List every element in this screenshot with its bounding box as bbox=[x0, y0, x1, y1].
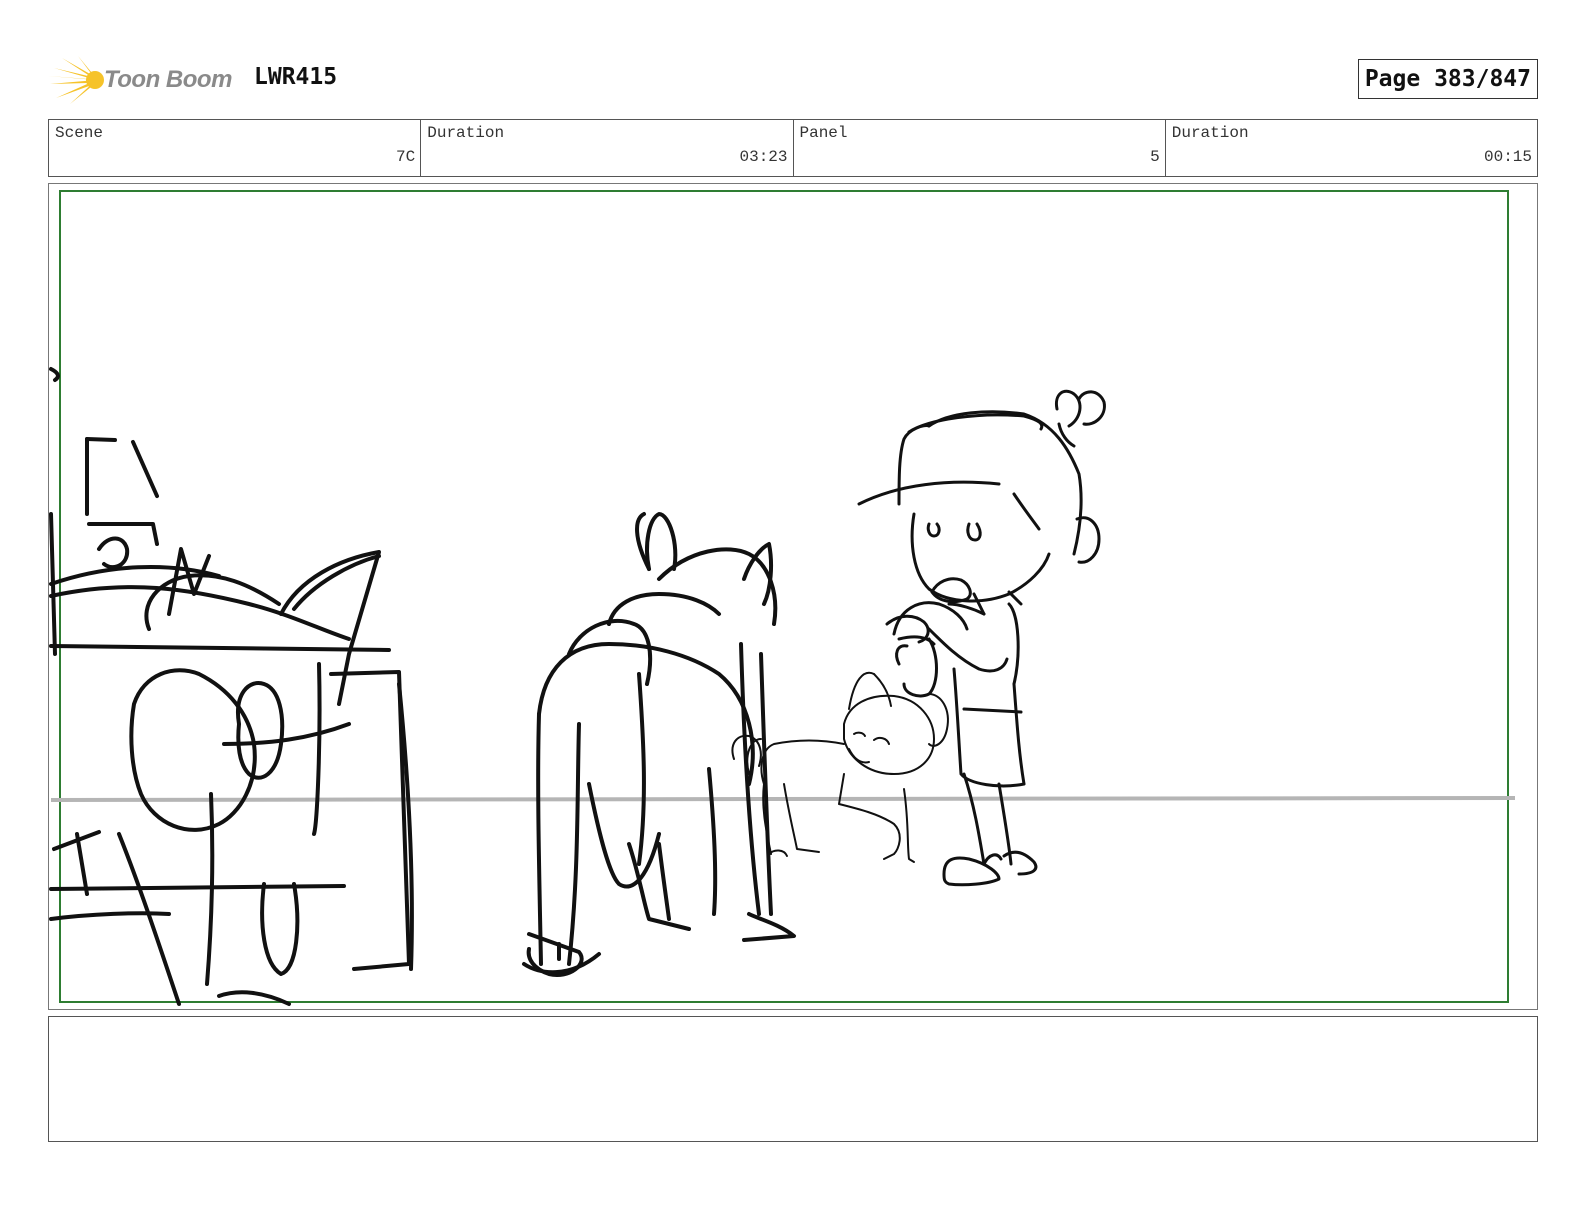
panel-duration-value: 00:15 bbox=[1483, 148, 1532, 166]
car-sketch bbox=[49, 367, 414, 1006]
scene-cell: Scene 7C bbox=[49, 120, 422, 176]
big-dog-sketch bbox=[522, 512, 796, 977]
page-number: Page 383/847 bbox=[1357, 59, 1538, 99]
storyboard-header: Toon Boom LWR415 Page 383/847 bbox=[48, 52, 1538, 108]
notes-box bbox=[48, 1016, 1538, 1142]
panel-duration-label: Duration bbox=[1171, 124, 1249, 142]
panel-value: 5 bbox=[1150, 148, 1160, 166]
starburst-icon bbox=[48, 56, 104, 104]
scene-duration-label: Duration bbox=[427, 124, 505, 142]
panel-duration-cell: Duration 00:15 bbox=[1166, 120, 1537, 176]
scene-label: Scene bbox=[55, 124, 104, 142]
panel-sketch bbox=[49, 190, 1516, 1006]
toon-boom-logo: Toon Boom bbox=[48, 54, 248, 106]
horizon-line bbox=[50, 796, 1516, 802]
scene-duration-cell: Duration 03:23 bbox=[421, 120, 794, 176]
boy-sketch bbox=[857, 389, 1106, 887]
panel-cell: Panel 5 bbox=[794, 120, 1166, 176]
panel-label: Panel bbox=[799, 124, 848, 142]
logo-text: Toon Boom bbox=[104, 66, 232, 93]
scene-value: 7C bbox=[396, 148, 416, 166]
safe-frame bbox=[59, 190, 1509, 1003]
storyboard-panel bbox=[48, 183, 1538, 1010]
scene-duration-value: 03:23 bbox=[739, 148, 788, 166]
project-id: LWR415 bbox=[254, 64, 338, 90]
scene-info-row: Scene 7C Duration 03:23 Panel 5 Duration… bbox=[48, 119, 1538, 177]
